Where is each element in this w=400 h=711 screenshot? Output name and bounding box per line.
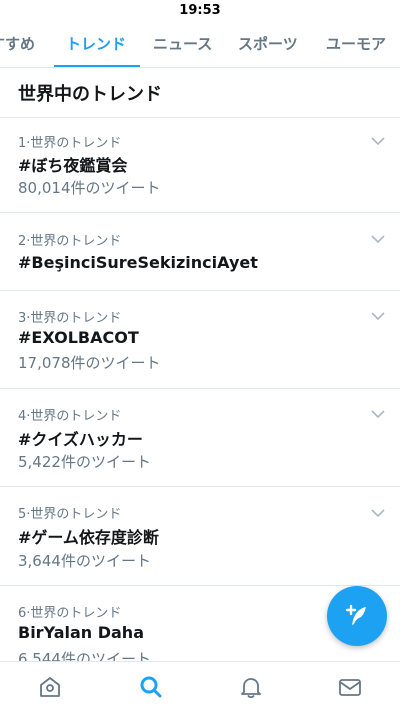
trend-rank: 6·世界のトレンド xyxy=(18,606,122,621)
trend-tweet-count: 3,644件のツイート xyxy=(18,552,151,570)
chevron-down-icon[interactable] xyxy=(370,311,386,321)
trend-name: #BeşinciSureSekizinciAyet xyxy=(18,253,258,272)
nav-home[interactable] xyxy=(35,672,65,702)
nav-search[interactable] xyxy=(136,672,166,702)
chevron-down-icon[interactable] xyxy=(370,234,386,244)
compose-feather-icon xyxy=(345,604,366,625)
trend-tweet-count: 17,078件のツイート xyxy=(18,354,161,372)
trend-item[interactable]: 5·世界のトレンド #ゲーム依存度診断 3,644件のツイート xyxy=(0,487,400,586)
tab-news[interactable]: ニュース xyxy=(153,22,212,67)
chevron-down-icon[interactable] xyxy=(370,508,386,518)
chevron-down-icon[interactable] xyxy=(370,136,386,146)
trend-item[interactable]: 4·世界のトレンド #クイズハッカー 5,422件のツイート xyxy=(0,389,400,487)
tab-sports[interactable]: スポーツ xyxy=(238,22,298,67)
trend-tweet-count: 80,014件のツイート xyxy=(18,179,161,197)
trend-item[interactable]: 1·世界のトレンド #ぼち夜鑑賞会 80,014件のツイート xyxy=(0,118,400,213)
trend-name: #ゲーム依存度診断 xyxy=(18,528,159,547)
bell-icon xyxy=(241,678,261,699)
home-icon xyxy=(40,677,60,697)
trend-name: #EXOLBACOT xyxy=(18,328,139,347)
trend-rank: 4·世界のトレンド xyxy=(18,409,122,424)
compose-tweet-button[interactable] xyxy=(327,586,387,646)
trend-rank: 1·世界のトレンド xyxy=(18,136,122,151)
trend-item[interactable]: 3·世界のトレンド #EXOLBACOT 17,078件のツイート xyxy=(0,291,400,389)
trend-tweet-count: 5,422件のツイート xyxy=(18,453,151,471)
tab-for-you[interactable]: すすめ xyxy=(0,22,35,67)
tab-trending[interactable]: トレンド xyxy=(66,22,126,67)
status-bar-time: 19:53 xyxy=(179,3,221,18)
trend-name: BirYalan Daha xyxy=(18,623,144,642)
active-tab-indicator xyxy=(54,65,140,67)
section-title: 世界中のトレンド xyxy=(18,84,162,105)
nav-messages[interactable] xyxy=(335,672,365,702)
category-tabs: すすめ トレンド ニュース スポーツ ユーモア xyxy=(0,22,400,68)
tab-fun[interactable]: ユーモア xyxy=(326,22,386,67)
bottom-nav xyxy=(0,661,400,711)
trend-rank: 2·世界のトレンド xyxy=(18,234,122,249)
chevron-down-icon[interactable] xyxy=(370,409,386,419)
trend-item[interactable]: 2·世界のトレンド #BeşinciSureSekizinciAyet xyxy=(0,213,400,291)
search-icon xyxy=(140,676,162,698)
nav-notifications[interactable] xyxy=(236,672,266,702)
trend-name: #クイズハッカー xyxy=(18,430,143,449)
trend-rank: 5·世界のトレンド xyxy=(18,507,122,522)
trend-name: #ぼち夜鑑賞会 xyxy=(18,156,128,175)
trend-rank: 3·世界のトレンド xyxy=(18,311,122,326)
envelope-icon xyxy=(339,679,361,696)
